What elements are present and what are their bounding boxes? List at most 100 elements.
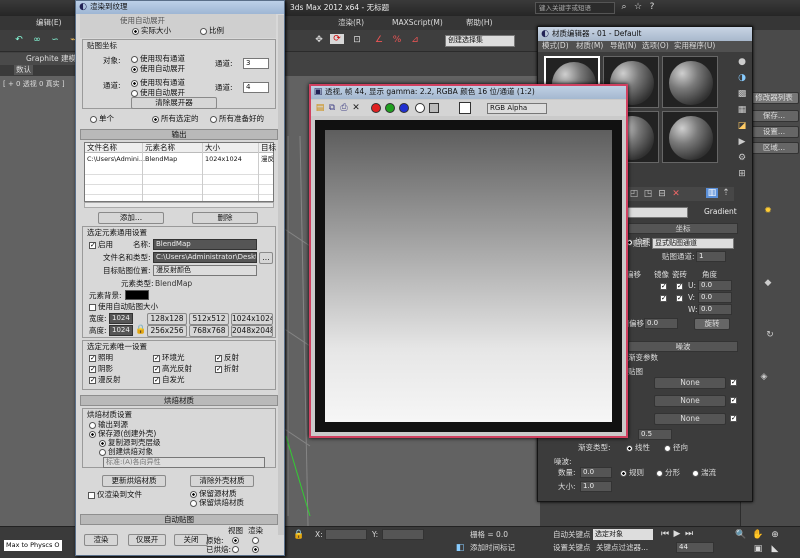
col-element[interactable]: 元素名称 [145,143,175,153]
object-existing-dot[interactable] [131,55,138,63]
scale-radio[interactable]: 比例 [200,26,224,36]
uv-tiling-icon[interactable]: ▦ [736,105,748,115]
create-baked-radio[interactable]: 创建烘焙对象 [99,447,153,457]
scope-all-prepared-radio[interactable]: 所有准备好的 [210,114,264,124]
region-button[interactable]: 区域... [749,142,799,154]
color1-map-check[interactable] [730,379,737,386]
bg-color-swatch[interactable] [459,102,471,114]
enable-check[interactable]: 启用 [89,240,113,250]
selection-set-dropdown[interactable]: 创建选择集 [445,35,515,47]
regular-radio[interactable]: 规则 [620,468,644,478]
table-row[interactable]: C:\Users\Admini... BlendMap 1024x1024 漫反 [85,154,274,164]
width-field[interactable]: 1024 [109,313,133,324]
original-views-radio[interactable] [232,537,239,544]
undo-icon[interactable]: ↶ [12,35,26,45]
linear-radio-dot[interactable] [626,444,633,452]
unlink-icon[interactable]: ∽ [48,35,62,45]
box-icon[interactable]: ◈ [757,372,771,382]
scope-single-dot[interactable] [90,115,97,123]
sub-existing-radio[interactable]: 使用现有通道 [131,78,185,88]
search-box[interactable]: 键入关键字或短语 [535,2,615,14]
snap-icon[interactable]: ∠ [372,35,386,45]
help-icon[interactable]: ? [646,2,658,12]
clear-shell-button[interactable]: 清除外壳材质 [190,475,254,487]
original-render-radio[interactable] [252,537,259,544]
turbulence-radio-dot[interactable] [692,469,699,477]
auto-map-size-checkbox[interactable] [89,303,96,311]
u-angle-field[interactable]: 0.0 [698,280,732,291]
maximize-viewport-icon[interactable]: ▣ [752,544,764,554]
sub-existing-dot[interactable] [131,79,138,87]
angle-snap-icon[interactable]: % [390,35,404,45]
refract-checkbox[interactable] [215,365,222,373]
pos2-field[interactable]: 0.5 [638,429,672,440]
color2-map-check[interactable] [730,397,737,404]
lock-icon[interactable]: 🔒 [293,530,304,540]
size-1024-button[interactable]: 1024x1024 [231,313,273,325]
baked-views-radio[interactable] [232,546,239,553]
key-filters[interactable]: 关键点过滤器... [596,543,648,553]
background-icon[interactable]: ▩ [736,89,748,99]
percent-snap-icon[interactable]: ⊿ [408,35,422,45]
object-auto-radio[interactable]: 使用自动展开 [131,64,185,74]
next-frame-icon[interactable]: ⏭ [684,529,694,539]
sample-type-icon[interactable]: ● [736,57,748,67]
star-icon[interactable]: ☆ [632,2,644,12]
specular-check[interactable]: 高光反射 [153,364,192,374]
mat-menu-material[interactable]: 材质(M) [576,41,603,51]
mapping-dropdown[interactable]: 显式贴图通道 [652,238,734,249]
rotate-button[interactable]: 旋转 [694,318,730,330]
amount-field[interactable]: 0.0 [580,467,612,478]
target-map-dropdown[interactable]: 漫反射颜色 [153,265,257,276]
create-baked-dot[interactable] [99,448,106,456]
rotate-view-icon[interactable]: ↻ [763,330,777,340]
col-size[interactable]: 大小 [205,143,220,153]
fov-icon[interactable]: ◣ [769,544,781,554]
mirror-v-check[interactable] [660,295,667,302]
add-time-tag[interactable]: 添加时间标记 [470,543,515,553]
color3-map-check[interactable] [730,415,737,422]
col-filename[interactable]: 文件名称 [87,143,117,153]
map-channel-field[interactable]: 1 [696,251,726,262]
menu-help[interactable]: 帮助(H) [466,18,493,28]
y-field[interactable] [382,529,424,540]
refract-check[interactable]: 折射 [215,364,239,374]
clear-icon[interactable]: ✕ [351,103,361,113]
clone-icon[interactable]: ⧉ [327,103,337,113]
render-files-only-check[interactable]: 仅渲染到文件 [88,490,142,500]
put-to-scene-icon[interactable]: ◳ [642,189,654,199]
options-icon[interactable]: ⚙ [736,153,748,163]
diffuse-checkbox[interactable] [89,376,96,384]
modifier-list[interactable]: 修改器列表 [749,92,799,104]
size-128-button[interactable]: 128x128 [147,313,187,325]
color1-map-button[interactable]: None [654,377,726,389]
scope-single-radio[interactable]: 单个 [90,114,114,124]
setup-button[interactable]: 设置... [749,126,799,138]
frame-canvas[interactable] [315,120,622,432]
green-channel-toggle[interactable] [385,103,395,113]
menu-edit[interactable]: 编辑(E) [36,18,62,28]
sub-auto-dot[interactable] [131,89,138,97]
output-to-source-dot[interactable] [89,421,96,429]
time-tag-icon[interactable]: ◧ [455,543,465,553]
sample-slot-3[interactable] [662,56,718,108]
rotate-icon[interactable]: ⟳ [330,34,344,44]
noise-rollout-header[interactable]: 噪波 [628,341,738,352]
v-angle-field[interactable]: 0.0 [698,292,732,303]
actual-size-radio[interactable]: 实际大小 [132,26,171,36]
col-target[interactable]: 目标 [261,143,276,153]
play-icon[interactable]: ▶ [672,529,682,539]
material-type-label[interactable]: Gradient [704,207,737,217]
scale-icon[interactable]: ⊡ [350,35,364,45]
viewport-tab[interactable]: 数认 [14,65,33,75]
preview-icon[interactable]: ▶ [736,137,748,147]
render-button[interactable]: 渲染 [84,534,118,546]
duplicate-source-dot[interactable] [99,439,106,447]
close-button[interactable]: 关闭 [174,534,208,546]
regular-radio-dot[interactable] [620,469,627,477]
rtt-scrollbar[interactable] [278,15,284,535]
keep-source-dot[interactable] [190,490,197,498]
specular-checkbox[interactable] [153,365,160,373]
cube-icon[interactable]: ◆ [761,278,775,288]
channel-field-2[interactable]: 4 [243,82,269,93]
